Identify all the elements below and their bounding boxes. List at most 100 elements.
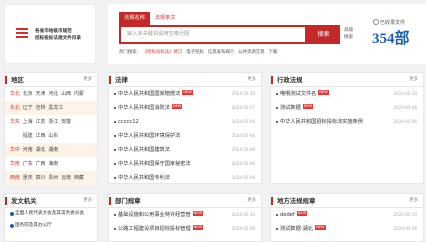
region-link[interactable]: 西藏 xyxy=(74,175,84,181)
region-link[interactable]: 广西 xyxy=(36,161,46,167)
hot-search-item[interactable]: 下载 xyxy=(269,50,278,55)
region-link[interactable]: 四川 xyxy=(36,175,46,181)
hot-search-item[interactable]: 电子招标 xyxy=(186,50,204,55)
region-link[interactable]: 安徽 xyxy=(61,119,71,125)
region-link[interactable]: 辽宁 xyxy=(23,105,33,111)
list-item[interactable]: 哦哦测试文件名 NEW 2024-05-10 xyxy=(271,87,423,101)
region-row: 华中 河南 湖北 湖南 xyxy=(5,143,97,157)
region-link[interactable]: 北京 xyxy=(23,91,33,97)
list-item[interactable]: 中华人民共和国环境保护法 2024-05-06 xyxy=(109,129,261,143)
department-rules-panel: 部门规章 更多 基础设施和公用事业特许经营管 NEW 2024-05-10 公路工程建… xyxy=(108,193,262,242)
new-badge: NEW xyxy=(182,90,193,95)
issuing-authority-panel: 发文机关 更多 全国人民代表大会及其常务委员会 国务院及其办公厅 xyxy=(4,193,98,242)
list-item[interactable]: 测试数据-湖北 NEW 2024-05-06 xyxy=(271,222,423,236)
region-link[interactable]: 云南 xyxy=(61,175,71,181)
more-link[interactable]: 更多 xyxy=(247,73,256,87)
region-link[interactable]: 江苏 xyxy=(36,119,46,125)
list-item[interactable]: 中华人民共和国建筑法 2024-05-06 xyxy=(109,143,261,157)
item-date: 2024-05-10 xyxy=(231,91,255,96)
list-item[interactable]: 国务院及其办公厅 xyxy=(5,220,97,232)
region-link[interactable]: 内蒙 xyxy=(74,91,84,97)
list-item[interactable]: 公路工程建设项目招标投标管理 NEW 2024-05-06 xyxy=(109,222,261,236)
item-date: 2024-05-06 xyxy=(231,226,255,231)
region-link[interactable]: 浙江 xyxy=(48,119,58,125)
region-link[interactable]: 重庆 xyxy=(23,175,33,181)
region-link[interactable]: 河北 xyxy=(48,91,58,97)
admin-regulation-panel: 行政法规 更多 哦哦测试文件名 NEW 2024-05-10 测试数据 NEW 2024-… xyxy=(270,72,424,184)
item-date: 2024-05-06 xyxy=(393,226,417,231)
search-tabs: 法规名称 法规条文 xyxy=(119,12,181,25)
region-row: 华东福建江西山东 xyxy=(5,129,97,143)
region-link[interactable]: 江西 xyxy=(36,133,46,139)
region-link[interactable]: 广东 xyxy=(23,161,33,167)
local-title: 地方法规规章 更多 xyxy=(271,194,423,208)
more-link[interactable]: 更多 xyxy=(83,194,92,208)
law-title: 法律 更多 xyxy=(109,73,261,87)
region-link[interactable]: 天津 xyxy=(36,91,46,97)
item-date: 2024-05-10 xyxy=(393,212,417,217)
item-date: 2024-05-06 xyxy=(393,105,417,110)
region-link[interactable]: 湖南 xyxy=(48,147,58,153)
new-badge: NEW xyxy=(318,90,329,95)
list-item[interactable]: 测试数据 NEW 2024-05-06 xyxy=(271,101,423,115)
law-panel: 法律 更多 中华人民共和国国家赔偿法 NEW 2024-05-10 中华人民共和国消防… xyxy=(108,72,262,184)
more-link[interactable]: 更多 xyxy=(247,194,256,208)
list-item[interactable]: 中华人民共和国保守国家秘密法 2024-05-06 xyxy=(109,157,261,171)
region-link[interactable]: 海南 xyxy=(48,161,58,167)
region-row: 东北 辽宁 吉林 黑龙江 xyxy=(5,101,97,115)
more-link[interactable]: 更多 xyxy=(409,194,418,208)
bullet-icon xyxy=(10,212,14,216)
region-link[interactable]: 山西 xyxy=(61,91,71,97)
item-date: 2024-05-10 xyxy=(393,91,417,96)
site-logo[interactable]: 各省市地级市规范 招标投标法规文件目录 xyxy=(4,4,96,64)
region-link[interactable]: 湖北 xyxy=(36,147,46,153)
list-item[interactable]: 中华人民共和国专利法 2024-05-06 xyxy=(109,171,261,185)
tab-law-clause[interactable]: 法规条文 xyxy=(150,12,181,25)
more-link[interactable]: 更多 xyxy=(83,73,92,87)
list-item[interactable]: dedef NEW 2024-05-10 xyxy=(271,208,423,222)
hot-search: 热门搜索： 《招标投标法》修订 电子招标 信息发布媒介 公共资源交易 下载 xyxy=(119,49,281,55)
item-date: 2024-05-07 xyxy=(231,105,255,110)
new-badge: NEW xyxy=(192,225,204,230)
region-row: 华南 广东 广西 海南 xyxy=(10,161,59,167)
item-date: 2024-05-06 xyxy=(231,147,255,152)
region-link[interactable]: 福建 xyxy=(23,133,33,139)
region-link[interactable]: 黑龙江 xyxy=(48,105,63,111)
region-link[interactable]: 贵州 xyxy=(48,175,58,181)
region-row: 华北 北京 天津 河北 山西 内蒙 xyxy=(10,91,84,97)
tab-law-name[interactable]: 法规名称 xyxy=(119,12,150,25)
list-item[interactable]: 基础设施和公用事业特许经营管 NEW 2024-05-10 xyxy=(109,208,261,222)
advanced-search-link[interactable]: 高级搜索 xyxy=(344,27,356,41)
dept-title: 部门规章 更多 xyxy=(109,194,261,208)
hot-search-label: 热门搜索： xyxy=(119,50,141,55)
region-link[interactable]: 山东 xyxy=(48,133,58,139)
item-date: 2024-05-06 xyxy=(231,133,255,138)
collected-count: 354部 xyxy=(372,31,410,47)
bullet-icon xyxy=(10,224,14,228)
list-item[interactable]: 全国人民代表大会及其常务委员会 xyxy=(5,208,97,220)
region-link[interactable]: 吉林 xyxy=(36,105,46,111)
new-badge: NEW xyxy=(315,225,326,230)
list-item[interactable]: 中华人民共和国国家赔偿法 NEW 2024-05-10 xyxy=(109,87,261,101)
collected-label: 已收录文件 xyxy=(373,19,405,26)
hot-search-item[interactable]: 公共资源交易 xyxy=(238,50,264,55)
list-item[interactable]: ccccc12 2024-05-06 xyxy=(109,115,261,129)
region-link[interactable]: 河南 xyxy=(23,147,33,153)
more-link[interactable]: 更多 xyxy=(409,73,418,87)
search-area: 法规名称 法规条文 输入多关键词请用空格分隔 搜索 高级搜索 已收录文件 354… xyxy=(108,4,426,64)
region-row: 西南 重庆 四川 贵州 云南 西藏 xyxy=(5,171,97,185)
item-date: 2024-05-06 xyxy=(231,175,255,180)
region-title: 地区 更多 xyxy=(5,73,97,87)
search-input[interactable]: 输入多关键词请用空格分隔 xyxy=(119,25,307,44)
item-date: 2024-05-06 xyxy=(231,161,255,166)
search-button[interactable]: 搜索 xyxy=(307,25,340,44)
hot-search-item[interactable]: 《招标投标法》修订 xyxy=(145,50,182,55)
new-badge: NEW xyxy=(192,211,204,216)
hot-search-item[interactable]: 信息发布媒介 xyxy=(208,50,234,55)
new-badge: NEW xyxy=(296,211,308,216)
list-item[interactable]: 中华人民共和国消防法 NEW 2024-05-07 xyxy=(109,101,261,115)
region-panel: 地区更多 华北北京天津河北山西内蒙 东北辽宁吉林黑龙江 华东上海江苏浙江安徽 华… xyxy=(4,72,98,185)
region-link[interactable]: 上海 xyxy=(23,119,33,125)
list-item[interactable]: 中华人民共和国招标投标法实施条例 2024-05-06 xyxy=(271,115,423,129)
item-date: 2024-05-06 xyxy=(393,119,417,124)
